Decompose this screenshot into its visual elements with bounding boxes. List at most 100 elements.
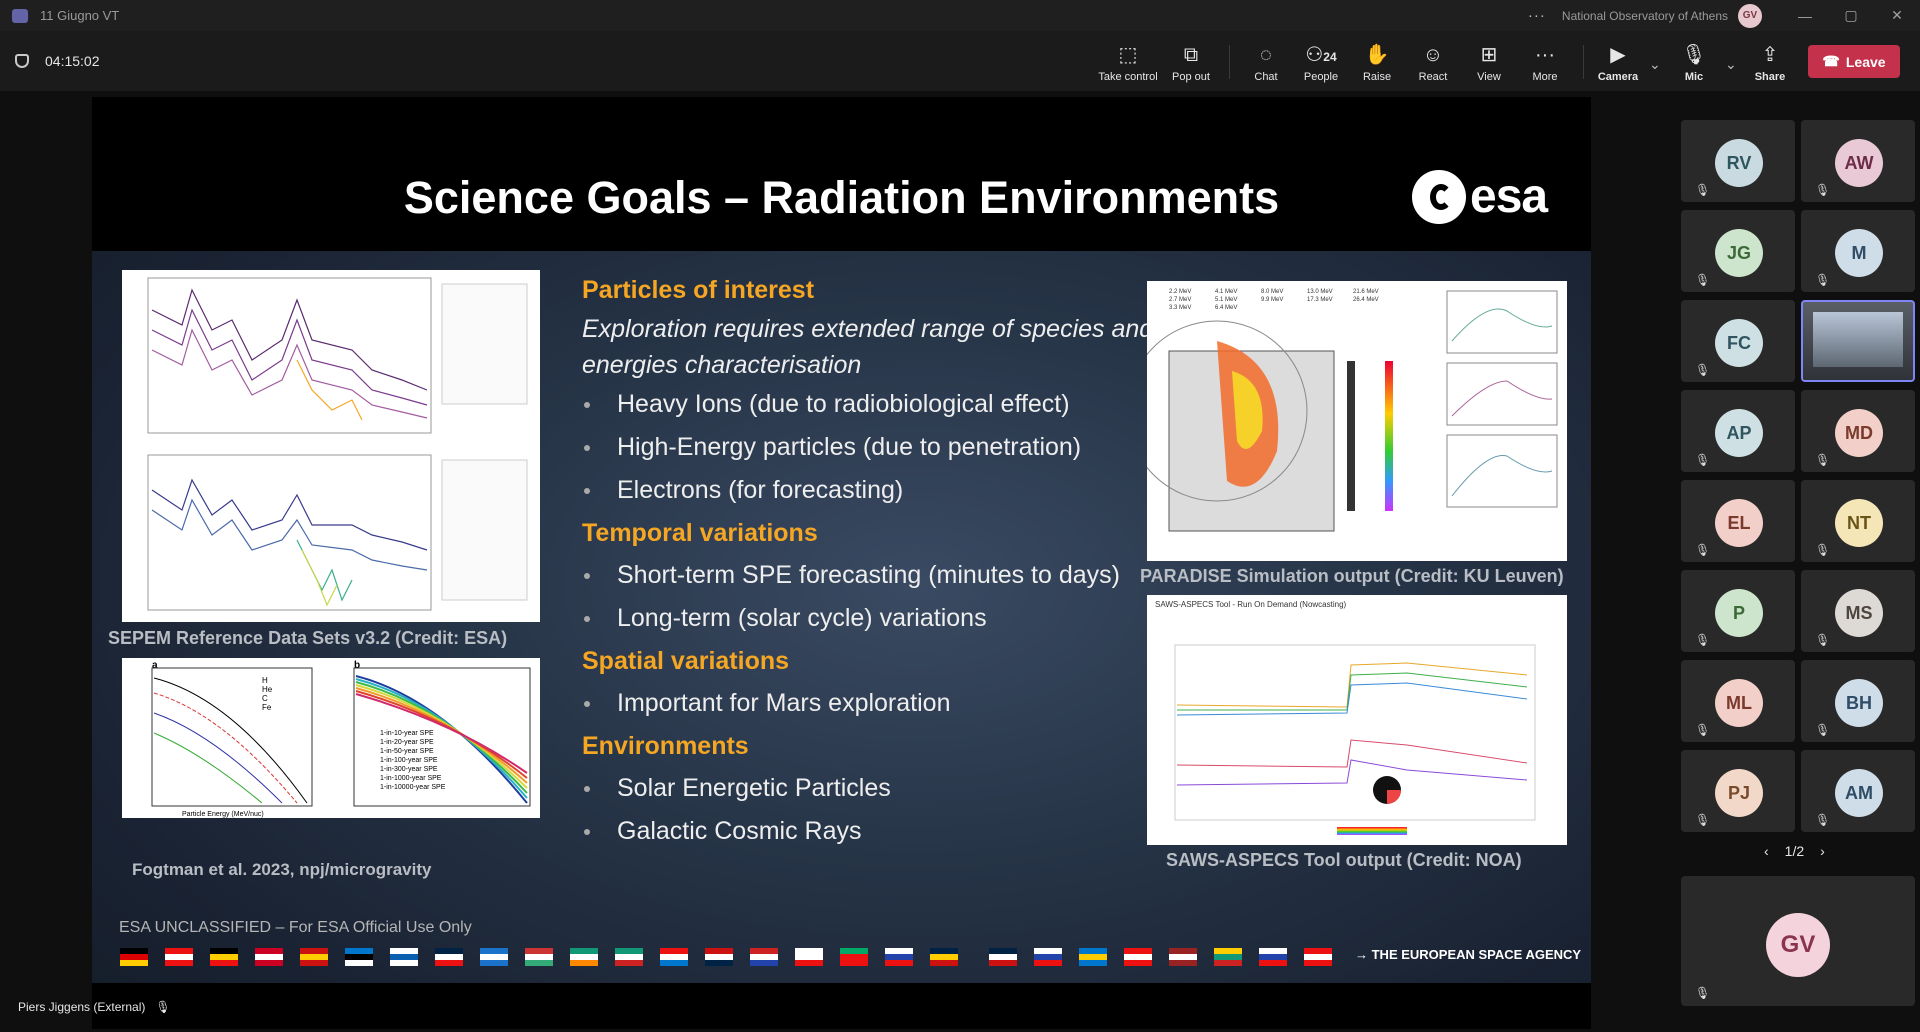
phone-hangup-icon: ☎: [1822, 53, 1840, 69]
slide-title: Science Goals – Radiation Environments: [403, 172, 1280, 223]
fogtman-plot: a H He C Fe Particle Energy (MeV/nuc) b: [151, 660, 531, 818]
participant-tile[interactable]: NT 🎙: [1801, 480, 1915, 562]
leave-button[interactable]: ☎ Leave: [1808, 45, 1900, 78]
participant-tile[interactable]: RV 🎙: [1681, 120, 1795, 202]
flag-icon: [1034, 948, 1062, 966]
chat-button[interactable]: ◌ Chat: [1236, 43, 1296, 83]
more-button[interactable]: ··· More: [1515, 43, 1575, 83]
paradise-legend-10: 21.6 MeV: [1353, 289, 1379, 295]
mic-off-icon: 🎙: [1815, 183, 1831, 197]
page-indicator: 1/2: [1784, 843, 1805, 859]
participant-tile[interactable]: AP 🎙: [1681, 390, 1795, 472]
participant-tile[interactable]: PJ 🎙: [1681, 750, 1795, 832]
flag-icon: [300, 948, 328, 966]
meeting-timer: 04:15:02: [45, 53, 100, 69]
take-control-button[interactable]: ⬚ Take control: [1098, 43, 1158, 83]
participant-tile[interactable]: EL 🎙: [1681, 480, 1795, 562]
mic-off-icon: 🎙: [1681, 44, 1707, 66]
flag-icon: [989, 948, 1017, 966]
react-button[interactable]: ☺ React: [1403, 43, 1463, 83]
bullet-item: Electrons (for forecasting): [582, 469, 1162, 512]
participant-tile[interactable]: AW 🎙: [1801, 120, 1915, 202]
flag-icon: [930, 948, 958, 966]
participant-tile[interactable]: MS 🎙: [1801, 570, 1915, 652]
fig-b-legend-100: 1-in-100-year SPE: [380, 757, 438, 764]
mic-off-icon: 🎙: [1695, 183, 1711, 197]
next-page-icon[interactable]: ›: [1820, 843, 1825, 859]
esa-logo-icon: [1412, 169, 1466, 224]
participant-avatar: AW: [1835, 139, 1883, 187]
people-button[interactable]: ⚇24 People: [1291, 43, 1351, 83]
paradise-legend-5: 6.4 MeV: [1215, 305, 1237, 311]
saws-title: SAWS-ASPECS Tool - Run On Demand (Nowcas…: [1155, 600, 1347, 609]
close-button[interactable]: ✕: [1874, 0, 1920, 31]
participant-tile[interactable]: ML 🎙: [1681, 660, 1795, 742]
paradise-legend-0: 2.2 MeV: [1169, 289, 1191, 295]
mic-off-icon: 🎙: [1815, 453, 1831, 467]
self-avatar: GV: [1766, 913, 1830, 977]
agency-tagline: → THE EUROPEAN SPACE AGENCY: [1355, 947, 1582, 962]
user-avatar[interactable]: GV: [1738, 3, 1762, 28]
raise-hand-button[interactable]: ✋ Raise: [1347, 43, 1407, 83]
fig-a-xlabel: Particle Energy (MeV/nuc): [182, 811, 264, 818]
mic-off-icon: 🎙: [1815, 273, 1831, 287]
fig-a-legend-fe: Fe: [262, 703, 272, 712]
member-flags: [120, 948, 1332, 966]
participant-tile[interactable]: [1801, 300, 1915, 382]
view-icon: ⊞: [1480, 44, 1498, 66]
participant-tile[interactable]: JG 🎙: [1681, 210, 1795, 292]
participant-tile[interactable]: AM 🎙: [1801, 750, 1915, 832]
window-titlebar: 11 Giugno VT ··· National Observatory of…: [0, 0, 1920, 31]
window-title: 11 Giugno VT: [40, 8, 120, 23]
view-button[interactable]: ⊞ View: [1459, 43, 1519, 83]
fig-a-legend-h: H: [262, 676, 268, 685]
participant-avatar: NT: [1835, 499, 1883, 547]
participant-avatar: RV: [1715, 139, 1763, 187]
more-options-icon[interactable]: ···: [1528, 7, 1546, 24]
flag-icon: [795, 948, 823, 966]
participant-tile[interactable]: FC 🎙: [1681, 300, 1795, 382]
presentation-slide: Science Goals – Radiation Environments e…: [92, 97, 1591, 983]
mic-options-chevron-icon[interactable]: ⌄: [1725, 56, 1737, 73]
section-heading: Particles of interest: [582, 276, 815, 304]
mic-off-icon: 🎙: [155, 1000, 171, 1014]
maximize-button[interactable]: ▢: [1828, 0, 1874, 31]
flag-icon: [885, 948, 913, 966]
flag-icon: [840, 948, 868, 966]
flag-icon: [345, 948, 373, 966]
section-intro: Exploration requires extended range of s…: [582, 315, 1154, 379]
self-video-tile[interactable]: GV 🎙: [1681, 876, 1915, 1006]
flag-icon: [210, 948, 238, 966]
camera-options-chevron-icon[interactable]: ⌄: [1649, 56, 1661, 73]
participant-tile[interactable]: BH 🎙: [1801, 660, 1915, 742]
people-icon: ⚇24: [1305, 44, 1337, 66]
flag-icon: [1214, 948, 1242, 966]
mic-off-icon: 🎙: [1695, 543, 1711, 557]
participant-tile[interactable]: MD 🎙: [1801, 390, 1915, 472]
flag-icon: [480, 948, 508, 966]
participant-tile[interactable]: P 🎙: [1681, 570, 1795, 652]
mic-off-icon: 🎙: [1695, 723, 1711, 737]
flag-icon: [750, 948, 778, 966]
slide-bullets: Particles of interest Exploration requir…: [582, 269, 1162, 853]
participant-avatar: AM: [1835, 769, 1883, 817]
participant-avatar: BH: [1835, 679, 1883, 727]
flag-icon: [1169, 948, 1197, 966]
camera-button[interactable]: ▶ Camera: [1588, 43, 1648, 83]
slide-header: Science Goals – Radiation Environments e…: [92, 97, 1591, 251]
participant-avatar: P: [1715, 589, 1763, 637]
bullet-item: Long-term (solar cycle) variations: [582, 597, 1162, 640]
paradise-legend-7: 9.9 MeV: [1261, 297, 1283, 303]
camera-off-icon: ▶: [1610, 44, 1626, 66]
bullet-item: Important for Mars exploration: [582, 682, 1162, 725]
pop-out-button[interactable]: ⧉ Pop out: [1161, 43, 1221, 83]
prev-page-icon[interactable]: ‹: [1764, 843, 1769, 859]
participant-tile[interactable]: M 🎙: [1801, 210, 1915, 292]
share-button[interactable]: ⇪ Share: [1740, 43, 1800, 83]
minimize-button[interactable]: —: [1782, 0, 1828, 31]
mic-button[interactable]: 🎙 Mic: [1664, 43, 1724, 83]
organization-name: National Observatory of Athens: [1561, 8, 1728, 23]
participant-avatar: AP: [1715, 409, 1763, 457]
mic-off-icon: 🎙: [1815, 723, 1831, 737]
participant-video: [1813, 312, 1903, 367]
